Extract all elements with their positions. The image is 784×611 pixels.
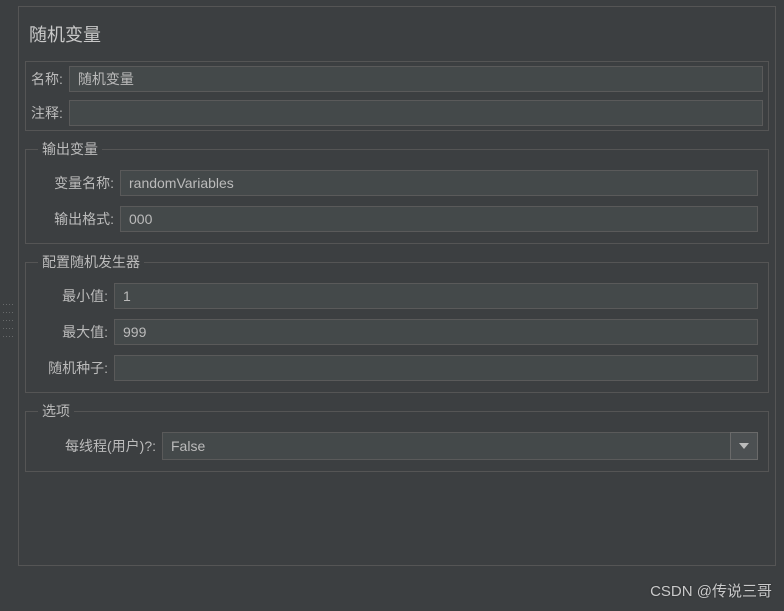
common-area: 名称: 注释: [25,61,769,131]
seed-row: 随机种子: [32,350,762,386]
random-variable-panel: 随机变量 名称: 注释: 输出变量 变量名称: 输出格式: 配置随机发生器 最小… [18,6,776,566]
chevron-down-icon [739,443,749,449]
var-name-label: 变量名称: [36,173,114,193]
panel-title: 随机变量 [19,7,775,57]
name-row: 名称: [26,62,768,96]
format-label: 输出格式: [36,209,114,229]
options-legend: 选项 [38,401,74,421]
random-legend: 配置随机发生器 [38,252,144,272]
per-thread-label: 每线程(用户)?: [36,436,156,456]
comment-label: 注释: [31,103,63,123]
split-handle[interactable] [3,300,13,340]
per-thread-dropdown-button[interactable] [730,432,758,460]
var-name-input[interactable] [120,170,758,196]
output-group: 输出变量 变量名称: 输出格式: [25,139,769,244]
max-input[interactable] [114,319,758,345]
per-thread-value: False [162,432,730,460]
per-thread-row: 每线程(用户)?: False [32,427,762,465]
name-input[interactable] [69,66,763,92]
format-input[interactable] [120,206,758,232]
comment-row: 注释: [26,96,768,130]
name-label: 名称: [31,69,63,89]
seed-label: 随机种子: [36,358,108,378]
min-row: 最小值: [32,278,762,314]
format-row: 输出格式: [32,201,762,237]
watermark: CSDN @传说三哥 [650,580,772,601]
max-row: 最大值: [32,314,762,350]
random-group: 配置随机发生器 最小值: 最大值: 随机种子: [25,252,769,393]
per-thread-select[interactable]: False [162,432,758,460]
max-label: 最大值: [36,322,108,342]
options-group: 选项 每线程(用户)?: False [25,401,769,472]
min-label: 最小值: [36,286,108,306]
min-input[interactable] [114,283,758,309]
var-name-row: 变量名称: [32,165,762,201]
comment-input[interactable] [69,100,763,126]
seed-input[interactable] [114,355,758,381]
output-legend: 输出变量 [38,139,102,159]
